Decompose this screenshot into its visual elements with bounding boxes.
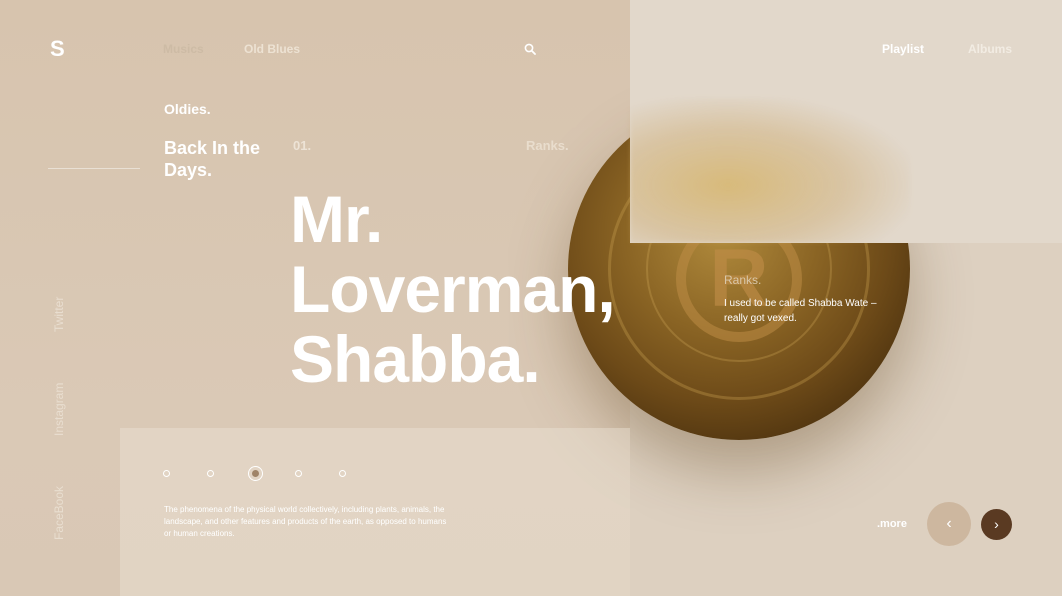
ranks-label: Ranks.	[724, 273, 762, 287]
nav-link-musics[interactable]: Musics	[163, 42, 204, 56]
nav-link-albums[interactable]: Albums	[968, 42, 1012, 56]
divider	[48, 168, 140, 169]
hero-stage: R S Musics Old Blues Playlist Albums Old…	[0, 0, 1062, 596]
pager-dot[interactable]	[295, 470, 302, 477]
pager-dot-active[interactable]	[248, 466, 263, 481]
headline-line: Shabba.	[290, 322, 541, 396]
pager-dot[interactable]	[163, 470, 170, 477]
more-link[interactable]: .more	[877, 518, 907, 530]
search-icon[interactable]	[524, 42, 536, 55]
nav-link-playlist[interactable]: Playlist	[882, 42, 924, 56]
headline-line: Mr.	[290, 182, 383, 256]
ranks-text: I used to be called Shabba Wate – really…	[724, 298, 877, 324]
social-link-facebook[interactable]: FaceBook	[52, 486, 66, 540]
chevron-left-icon: ‹	[946, 515, 952, 532]
prev-button[interactable]: ‹	[927, 502, 971, 546]
pager-dot[interactable]	[207, 470, 214, 477]
section-tagline: Back In the Days.	[164, 138, 261, 180]
logo[interactable]: S	[50, 36, 65, 62]
headline: Mr. Loverman, Shabba.	[290, 184, 670, 394]
headline-line: Loverman,	[290, 252, 616, 326]
description-text: The phenomena of the physical world coll…	[164, 505, 447, 538]
section-subtitle: Oldies.	[164, 101, 211, 117]
social-link-instagram[interactable]: Instagram	[52, 383, 66, 436]
chevron-right-icon: ›	[994, 516, 999, 532]
social-link-twitter[interactable]: Twitter	[52, 297, 66, 332]
slide-index: 01.	[293, 138, 312, 153]
coin-glare	[630, 98, 910, 243]
nav-link-old-blues[interactable]: Old Blues	[244, 42, 300, 56]
ranks-faint-label: Ranks.	[526, 138, 569, 153]
next-button[interactable]: ›	[981, 509, 1012, 540]
pager-dot[interactable]	[339, 470, 346, 477]
